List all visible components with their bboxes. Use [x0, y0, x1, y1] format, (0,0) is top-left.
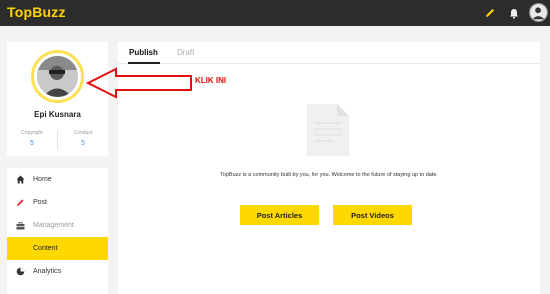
post-articles-button[interactable]: Post Articles — [240, 205, 319, 225]
top-bar: TopBuzz — [0, 0, 550, 26]
sidebar-item-post[interactable]: Post — [7, 191, 108, 214]
profile-avatar[interactable] — [31, 50, 84, 103]
stat-value[interactable]: 5 — [7, 140, 57, 147]
sidebar-menu: Home Post Management Content Analytics — [7, 168, 108, 294]
sidebar-item-label: Content — [33, 245, 58, 252]
profile-photo — [37, 56, 78, 97]
empty-state-message: TopBuzz is a community built by you, for… — [220, 172, 438, 178]
annotation-arrow — [85, 66, 194, 105]
sidebar-item-label: Home — [33, 176, 52, 183]
stat-label: Conduct — [73, 130, 93, 136]
pencil-icon[interactable] — [482, 5, 498, 21]
sidebar-item-home[interactable]: Home — [7, 168, 108, 191]
sidebar-item-analytics[interactable]: Analytics — [7, 260, 108, 283]
sidebar-item-label: Management — [33, 222, 74, 229]
annotation-label: KLIK INI — [195, 76, 227, 85]
stat-conduct: Conduct 5 — [58, 130, 108, 147]
tab-publish[interactable]: Publish — [129, 48, 158, 57]
avatar[interactable] — [529, 3, 548, 22]
profile-name: Epi Kusnara — [34, 110, 81, 119]
app-logo[interactable]: TopBuzz — [7, 4, 66, 20]
sidebar-item-content[interactable]: Content — [7, 237, 108, 260]
sidebar-item-management[interactable]: Management — [7, 214, 108, 237]
tab-draft[interactable]: Draft — [177, 48, 194, 57]
stat-label: Copyright — [21, 130, 43, 136]
tab-bar: Publish Draft — [118, 42, 540, 64]
pencil-icon — [7, 198, 33, 207]
active-tab-indicator — [128, 62, 160, 64]
post-videos-button[interactable]: Post Videos — [333, 205, 412, 225]
pie-chart-icon — [7, 267, 33, 276]
document-icon — [307, 104, 349, 161]
briefcase-icon — [7, 221, 33, 230]
home-icon — [7, 175, 33, 184]
sidebar-item-label: Post — [33, 199, 48, 206]
stat-copyright: Copyright 5 — [7, 130, 57, 147]
sidebar-item-label: Analytics — [33, 268, 62, 275]
bell-icon[interactable] — [506, 5, 522, 21]
stat-value[interactable]: 5 — [58, 140, 108, 147]
